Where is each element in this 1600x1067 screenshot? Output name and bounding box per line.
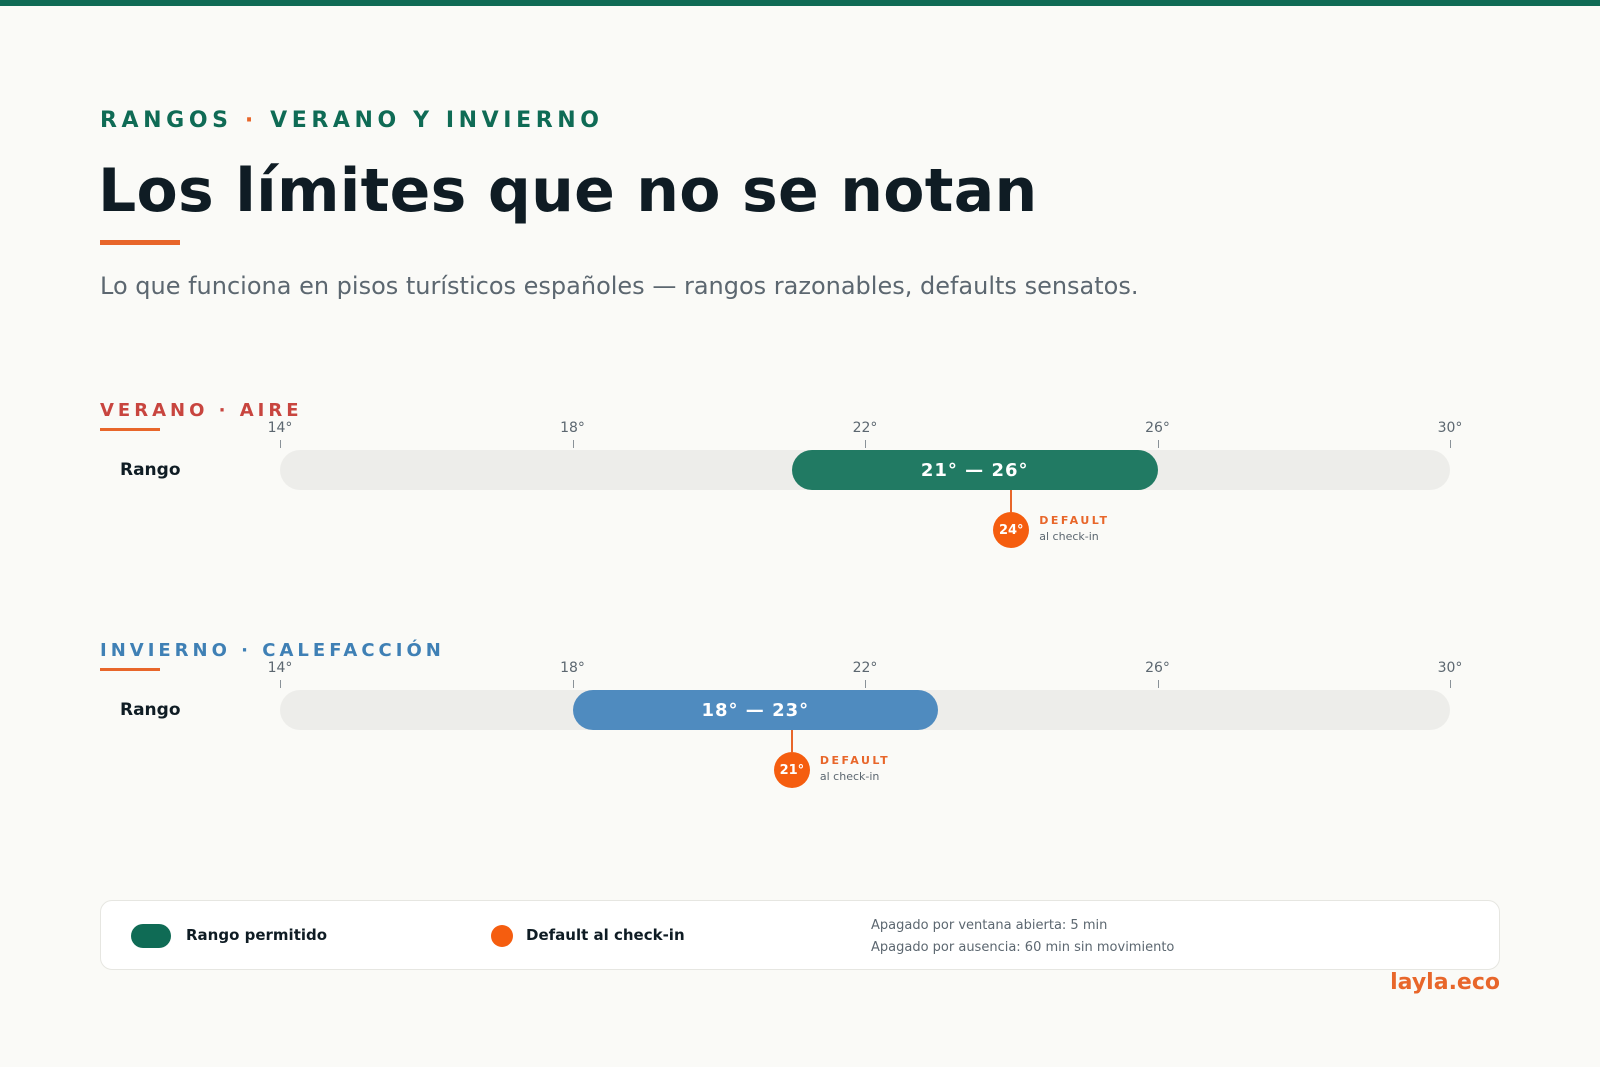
- legend-range-label: Rango permitido: [186, 926, 328, 944]
- legend-range-swatch: [131, 924, 171, 948]
- tick-mark: [572, 440, 574, 448]
- tick-mark: [1157, 680, 1159, 688]
- tick-mark: [865, 440, 866, 448]
- section-underline: [100, 668, 160, 671]
- title-underline: [100, 240, 180, 245]
- eyebrow-part-1: RANGOS: [100, 108, 233, 133]
- tick-mark: [1157, 440, 1159, 448]
- default-annotation: DEFAULT al check-in: [820, 754, 890, 783]
- tick-label: 30°: [1437, 420, 1463, 436]
- tick-label: 18°: [560, 420, 585, 436]
- eyebrow-part-2: VERANO Y INVIERNO: [270, 108, 604, 133]
- chart-winter-heating: INVIERNO · CALEFACCIÓN Rango 14° 18° 22° 26…: [0, 640, 1600, 840]
- legend: Rango permitido Default al check-in Apag…: [100, 900, 1500, 970]
- tick-label: 22°: [852, 420, 878, 436]
- tick-label: 22°: [852, 660, 878, 676]
- eyebrow-separator: ·: [244, 108, 258, 133]
- default-marker: 24°: [993, 512, 1030, 548]
- legend-default-swatch: [491, 925, 513, 947]
- legend-default-label: Default al check-in: [526, 926, 685, 944]
- tick-label: 18°: [560, 660, 585, 676]
- tick-mark: [572, 680, 574, 688]
- tick-label: 14°: [267, 660, 293, 676]
- section-title: VERANO · AIRE: [100, 400, 303, 421]
- top-accent-bar: [0, 0, 1600, 6]
- default-annotation: DEFAULT al check-in: [1039, 514, 1109, 543]
- default-marker-stem: [790, 730, 793, 752]
- tick-mark: [280, 680, 281, 688]
- default-annotation-title: DEFAULT: [1039, 514, 1110, 527]
- default-annotation-sub: al check-in: [819, 770, 880, 783]
- tick-mark: [1450, 680, 1451, 688]
- section-underline: [100, 428, 160, 431]
- section-title: INVIERNO · CALEFACCIÓN: [100, 640, 445, 661]
- page-subtitle: Lo que funciona en pisos turísticos espa…: [100, 272, 1139, 300]
- legend-note-window: Apagado por ventana abierta: 5 min: [871, 918, 1108, 933]
- default-annotation-title: DEFAULT: [819, 754, 891, 767]
- row-label: Rango: [120, 700, 181, 720]
- eyebrow: RANGOS · VERANO Y INVIERNO: [100, 108, 604, 133]
- tick-label: 30°: [1437, 660, 1463, 676]
- range-bar: 18° — 23°: [572, 690, 939, 730]
- tick-mark: [280, 440, 281, 448]
- tick-label: 26°: [1145, 420, 1170, 436]
- default-marker-stem: [1010, 490, 1013, 512]
- row-label: Rango: [120, 460, 181, 480]
- brand-logo-text: layla.eco: [1390, 970, 1500, 995]
- default-marker: 21°: [773, 752, 810, 788]
- tick-mark: [1450, 440, 1451, 448]
- chart-summer-cooling: VERANO · AIRE Rango 14° 18° 22° 26° 30° 21° —…: [0, 400, 1600, 600]
- tick-mark: [865, 680, 866, 688]
- range-bar: 21° — 26°: [791, 450, 1158, 490]
- tick-label: 14°: [267, 420, 293, 436]
- tick-label: 26°: [1145, 660, 1170, 676]
- legend-note-absence: Apagado por ausencia: 60 min sin movimie…: [871, 940, 1175, 955]
- default-annotation-sub: al check-in: [1039, 530, 1099, 543]
- page-title: Los límites que no se notan: [98, 156, 1038, 226]
